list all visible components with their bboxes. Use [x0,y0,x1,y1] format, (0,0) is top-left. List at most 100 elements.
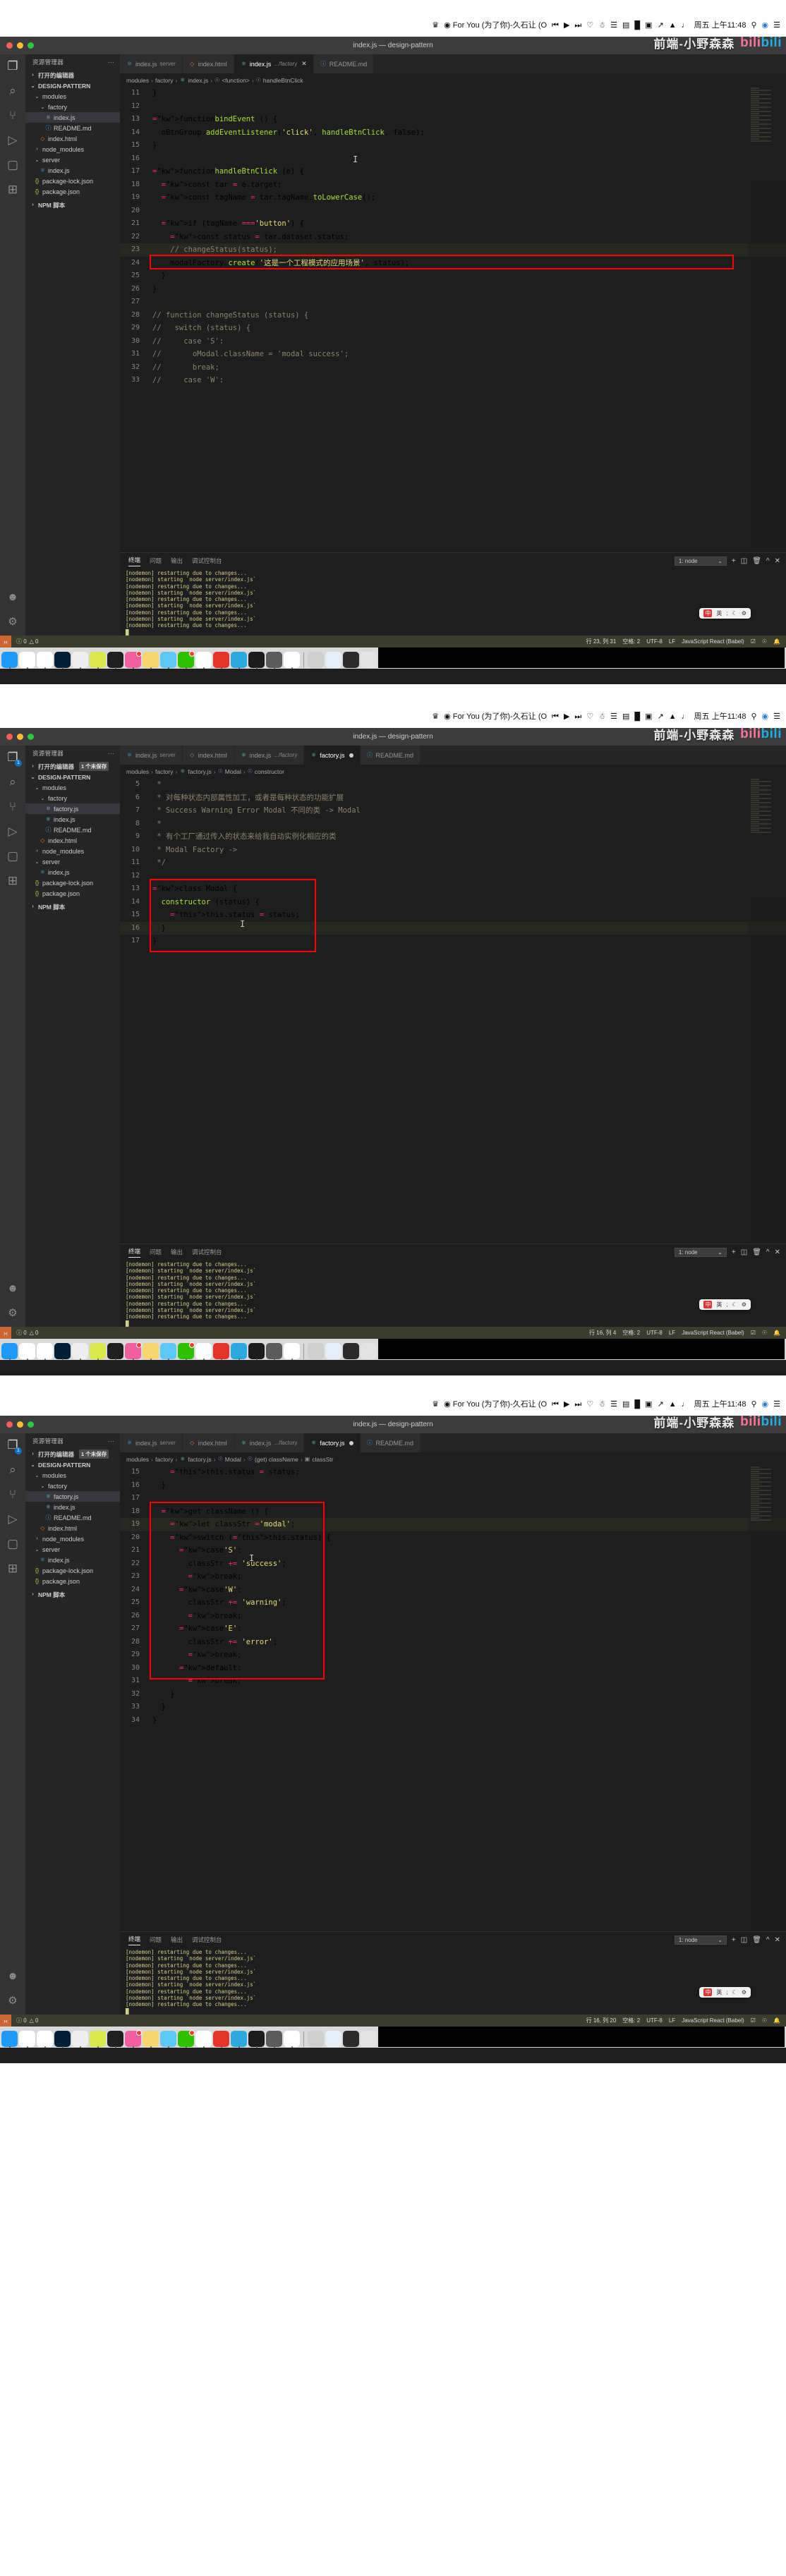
error-count[interactable]: ⓘ 0 [16,638,27,645]
prettier-icon[interactable]: ☑ [751,638,756,645]
error-count[interactable]: ⓘ 0 [16,1329,27,1337]
atom-icon[interactable] [19,2031,35,2048]
control-center-icon[interactable]: ☰ [773,21,780,30]
code-line[interactable]: 24 modalFactory.create('这是一个工程模式的应用场景', … [120,257,786,270]
editor-tab[interactable]: ⚛ index.js server [120,1433,183,1452]
sublime-icon[interactable] [90,1343,106,1360]
code-line[interactable]: 23 // changeStatus(status); [120,243,786,257]
code-line[interactable]: 15} [120,139,786,152]
panel-tab[interactable]: 调试控制台 [192,1936,222,1944]
breadcrumb-3[interactable]: modules › factory › ⚛ factory.js › ☉ Modal › ☉ (get… [120,1452,786,1466]
thunder-icon[interactable] [213,1343,229,1360]
unsaved-dot-icon[interactable] [349,1440,353,1445]
sidebar-more-icon[interactable]: ··· [108,59,114,66]
breadcrumb-item[interactable]: classStr [312,1456,333,1463]
battery-icon[interactable]: ▲ [669,712,677,721]
notes-icon[interactable] [143,2031,159,2048]
wechat-icon[interactable] [178,651,195,669]
tree-item[interactable]: ⚛ index.js [25,1502,120,1512]
code-line[interactable]: 23 ="kw">break; [120,1570,786,1584]
keyboard-icon[interactable]: ☰ [610,21,617,30]
trash-icon[interactable] [361,1343,377,1359]
record-icon[interactable]: █ [634,712,640,721]
extensions-icon[interactable]: ⊞ [5,873,20,889]
encoding[interactable]: UTF-8 [646,1330,663,1336]
settings-icon[interactable] [266,652,282,669]
next-icon[interactable]: ⏭ [574,1400,581,1409]
code-line[interactable]: 21 ="kw">if (tagName === 'button') { [120,217,786,231]
code-line[interactable]: 30 // case 'S': [120,335,786,348]
cursor-position[interactable]: 行 23, 列 31 [586,638,617,645]
search-icon[interactable]: ⌕ [5,774,20,790]
source-control-icon[interactable]: ⑂ [5,1487,20,1502]
code-line[interactable]: 16 } [120,1479,786,1493]
source-control-icon[interactable]: ⑂ [5,799,20,815]
ime-moon-icon[interactable]: ☾ [732,1989,737,1995]
screenshot-icon[interactable]: ▤ [622,1400,629,1409]
tree-item[interactable]: ⚛ index.js [25,165,120,176]
tree-item[interactable]: {} package-lock.json [25,877,120,888]
tree-item[interactable]: ⚛ index.js [25,1555,120,1565]
hbuilder-icon[interactable] [37,1343,53,1360]
close-panel-icon[interactable]: ✕ [775,1248,780,1256]
kill-terminal-icon[interactable]: 🗑 [752,557,761,565]
language-mode[interactable]: JavaScript React (Babel) [682,638,744,645]
code-line[interactable]: 8 * [120,818,786,831]
code-line[interactable]: 18 ="kw">get className () { [120,1505,786,1519]
code-line[interactable]: 17 ="kw">function handleBtnClick (e) { [120,165,786,178]
error-count[interactable]: ⓘ 0 [16,2017,27,2024]
run-debug-icon[interactable]: ▷ [5,824,20,839]
volume-icon[interactable]: ♩ [682,712,689,721]
apple-menu-icon[interactable]: ♛ [432,21,439,30]
code-line[interactable]: 29 ="kw">break; [120,1648,786,1662]
sidebar-more-icon[interactable]: ··· [108,750,114,757]
user-icon[interactable]: ☃ [598,1400,605,1409]
ime-punct-label[interactable]: ; [726,1301,727,1308]
trash-icon[interactable] [361,652,377,668]
eol[interactable]: LF [669,638,675,645]
project-root-row[interactable]: ⌄ DESIGN-PATTERN [25,772,120,782]
mac-dock-3[interactable] [0,2027,786,2048]
panel-tabs-2[interactable]: 终端 问题 输出 调试控制台 1: node ⌄ + ◫ 🗑 ^ ✕ [120,1244,786,1260]
add-terminal-icon[interactable]: + [732,557,736,565]
vscode-icon[interactable] [284,1343,300,1360]
breadcrumb-item[interactable]: constructor [255,768,284,775]
project-root-row[interactable]: ⌄ DESIGN-PATTERN [25,80,120,91]
account-icon[interactable]: ☻ [5,1969,20,1984]
ime-gear-icon[interactable]: ⚙ [742,1301,746,1308]
code-line[interactable]: 21 ="kw">case 'S': [120,1544,786,1557]
code-line[interactable]: 11 */ [120,856,786,870]
panel-tab[interactable]: 终端 [128,556,141,566]
photoshop-icon[interactable] [54,1343,71,1360]
eol[interactable]: LF [669,1330,675,1336]
display-icon[interactable]: ▣ [645,21,652,30]
open-editors-row[interactable]: › 打开的编辑器 1 个未保存 [25,761,120,772]
extensions-icon[interactable]: ⊞ [5,182,20,198]
thunder-icon[interactable] [213,652,229,669]
breadcrumb-1[interactable]: modules › factory › ⚛ index.js › ☉ <function> › ☉ h… [120,73,786,87]
activity-bar-3[interactable]: ❐ 1 ⌕ ⑂ ▷ ▢ ⊞ ☻ ⚙ [0,1433,25,2015]
breadcrumb-item[interactable]: factory [155,1456,174,1463]
code-line[interactable]: 17} [120,935,786,948]
ime-cn-icon[interactable]: 中 [703,1988,713,1996]
chevron-up-icon[interactable]: ^ [766,557,770,565]
code-line[interactable]: 15 ="this">this .status = status; [120,1466,786,1479]
emoji-icon[interactable] [72,2031,88,2048]
keyboard-icon[interactable]: ☰ [610,1400,617,1409]
music-status[interactable]: ◉ For You (为了你)-久石让 (O [444,21,547,30]
code-line[interactable]: 17 [120,1492,786,1505]
code-line[interactable]: 27 [120,296,786,309]
explorer-icon[interactable]: ❐ [5,59,20,74]
code-line[interactable]: 25 classStr += 'warning'; [120,1596,786,1610]
code-line[interactable]: 11} [120,87,786,100]
extensions-icon[interactable]: ⊞ [5,1561,20,1576]
kill-terminal-icon[interactable]: 🗑 [752,1248,761,1256]
code-line[interactable]: 28 // function changeStatus (status) { [120,309,786,322]
spotlight-icon[interactable]: ⚲ [751,1400,756,1409]
add-terminal-icon[interactable]: + [732,1936,736,1944]
sketch-icon[interactable] [160,2031,176,2048]
code-line[interactable]: 26 ="kw">break; [120,1610,786,1623]
remote-indicator[interactable]: ›‹ [0,2015,11,2027]
code-line[interactable]: 5 * [120,778,786,791]
mac-menu-bar-3[interactable]: ♛ ◉ For You (为了你)-久石让 (O ⏮ ▶ ⏭ ♡ ☃ ☰ ▤ █ ▣ ↗ ▲ ♩ 周五 上午… [0,1393,786,1416]
